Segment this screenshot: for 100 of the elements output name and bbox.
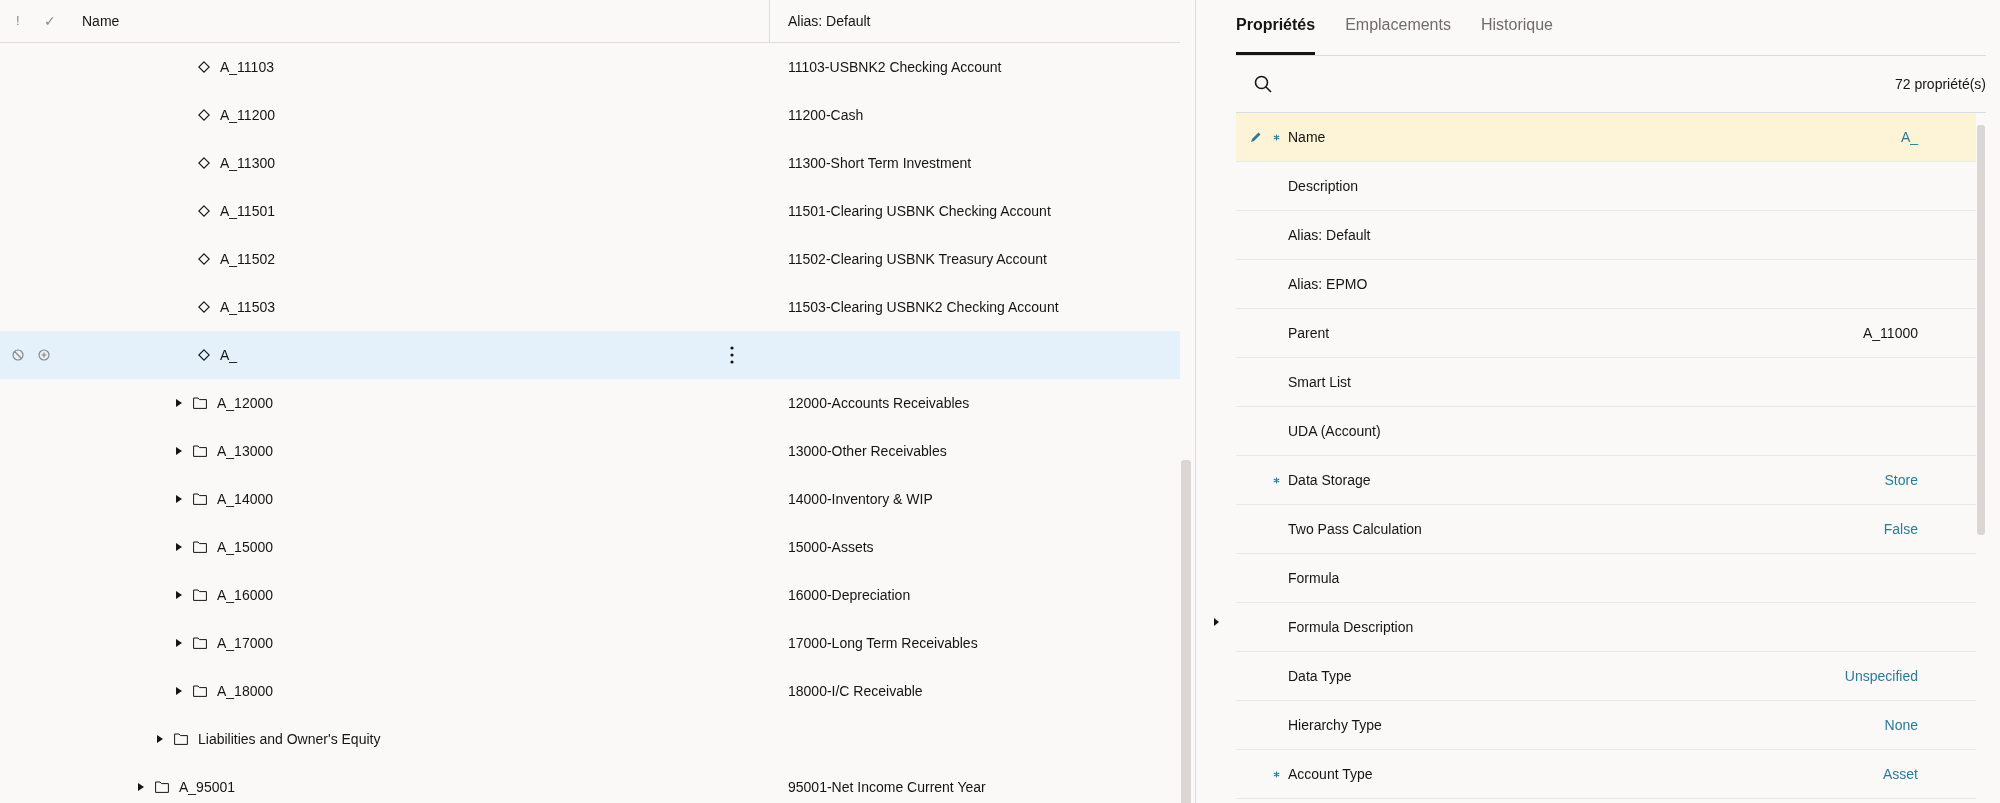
property-row[interactable]: Alias: Default bbox=[1236, 211, 1976, 260]
pencil-icon[interactable] bbox=[1250, 131, 1262, 143]
tree-row[interactable]: A_16000 16000-Depreciation bbox=[0, 571, 1180, 619]
alias-text: 13000-Other Receivables bbox=[787, 441, 947, 461]
search-icon[interactable] bbox=[1254, 75, 1272, 93]
tree-row[interactable]: A_11501 11501-Clearing USBNK Checking Account bbox=[0, 187, 1180, 235]
property-row[interactable]: Parent A_11000 bbox=[1236, 309, 1976, 358]
property-label: Alias: Default bbox=[1288, 225, 1371, 245]
member-name: A_16000 bbox=[217, 585, 274, 605]
property-count: 72 propriété(s) bbox=[1894, 74, 1986, 94]
property-row[interactable]: Formula Description bbox=[1236, 603, 1976, 652]
folder-icon bbox=[193, 589, 207, 601]
more-options-icon[interactable] bbox=[730, 346, 734, 364]
property-label: Parent bbox=[1288, 323, 1330, 343]
property-label: Data Type bbox=[1288, 666, 1352, 686]
property-row[interactable]: Smart List bbox=[1236, 358, 1976, 407]
add-circle-icon[interactable] bbox=[38, 349, 50, 361]
folder-icon bbox=[193, 685, 207, 697]
caret-right-icon[interactable] bbox=[175, 542, 183, 552]
member-name: A_11501 bbox=[220, 201, 275, 221]
property-value: A_11000 bbox=[1863, 323, 1919, 343]
scrollbar-thumb[interactable] bbox=[1181, 460, 1191, 803]
member-name: A_11200 bbox=[220, 105, 275, 125]
alias-text: 14000-Inventory & WIP bbox=[787, 489, 933, 509]
flag-column-header[interactable]: ! bbox=[0, 11, 30, 31]
tree-row[interactable]: A_11103 11103-USBNK2 Checking Account bbox=[0, 43, 1180, 91]
member-name: A_15000 bbox=[217, 537, 274, 557]
check-column-header[interactable]: ✓ bbox=[30, 10, 82, 32]
tree-row[interactable]: A_ bbox=[0, 331, 1180, 379]
diamond-icon bbox=[198, 301, 210, 313]
tree-row[interactable]: A_15000 15000-Assets bbox=[0, 523, 1180, 571]
property-row[interactable]: Account Type Asset bbox=[1236, 750, 1976, 799]
caret-right-icon[interactable] bbox=[175, 398, 183, 408]
expand-panel-icon[interactable] bbox=[1212, 616, 1220, 627]
tree-row[interactable]: A_95001 95001-Net Income Current Year bbox=[0, 763, 1180, 803]
property-link[interactable]: Asset bbox=[1883, 763, 1976, 785]
property-label: Hierarchy Type bbox=[1288, 715, 1382, 735]
member-name: A_11502 bbox=[220, 249, 275, 269]
property-link[interactable]: None bbox=[1884, 714, 1976, 736]
tree-row[interactable]: Liabilities and Owner's Equity bbox=[0, 715, 1180, 763]
column-header[interactable]: Name bbox=[82, 10, 120, 32]
alias-text: 11502-Clearing USBNK Treasury Account bbox=[787, 249, 1047, 269]
tree-row[interactable]: A_13000 13000-Other Receivables bbox=[0, 427, 1180, 475]
tree-row[interactable]: A_11503 11503-Clearing USBNK2 Checking Account bbox=[0, 283, 1180, 331]
property-label: Account Type bbox=[1288, 764, 1373, 784]
tree-row[interactable]: A_12000 12000-Accounts Receivables bbox=[0, 379, 1180, 427]
member-name: A_11103 bbox=[220, 57, 274, 77]
property-label: Formula Description bbox=[1288, 617, 1414, 637]
property-row[interactable]: Description bbox=[1236, 162, 1976, 211]
property-label: Name bbox=[1288, 127, 1326, 147]
tree-row[interactable]: A_11502 11502-Clearing USBNK Treasury Account bbox=[0, 235, 1180, 283]
member-name: Liabilities and Owner's Equity bbox=[198, 729, 381, 749]
member-name: A_ bbox=[220, 345, 238, 365]
diamond-icon bbox=[198, 157, 210, 169]
diamond-icon bbox=[198, 61, 210, 73]
property-link[interactable]: A_ bbox=[1900, 126, 1976, 148]
property-link[interactable]: Store bbox=[1884, 469, 1976, 491]
diamond-icon bbox=[198, 253, 210, 265]
caret-right-icon[interactable] bbox=[175, 590, 183, 600]
tab[interactable]: Historique bbox=[1480, 13, 1553, 55]
caret-right-icon[interactable] bbox=[175, 446, 183, 456]
property-row[interactable]: Name A_ bbox=[1236, 113, 1976, 162]
caret-right-icon[interactable] bbox=[137, 782, 145, 792]
tree-row[interactable]: A_11200 11200-Cash bbox=[0, 91, 1180, 139]
alias-text: 11103-USBNK2 Checking Account bbox=[787, 57, 1002, 77]
blocked-icon[interactable] bbox=[12, 349, 24, 361]
property-label: Data Storage bbox=[1288, 470, 1371, 490]
tab[interactable]: Emplacements bbox=[1345, 13, 1451, 55]
scrollbar-thumb[interactable] bbox=[1977, 125, 1985, 535]
folder-icon bbox=[193, 637, 207, 649]
folder-icon bbox=[193, 541, 207, 553]
tree-row[interactable]: A_14000 14000-Inventory & WIP bbox=[0, 475, 1180, 523]
tree-row[interactable]: A_11300 11300-Short Term Investment bbox=[0, 139, 1180, 187]
property-link[interactable]: False bbox=[1883, 518, 1976, 540]
alias-text: 17000-Long Term Receivables bbox=[787, 633, 978, 653]
member-name: A_11503 bbox=[220, 297, 275, 317]
folder-icon bbox=[193, 493, 207, 505]
property-label: Smart List bbox=[1288, 372, 1351, 392]
caret-right-icon[interactable] bbox=[175, 638, 183, 648]
column-header[interactable]: Alias: Default bbox=[770, 10, 871, 32]
caret-right-icon[interactable] bbox=[175, 686, 183, 696]
tab[interactable]: Propriétés bbox=[1236, 13, 1316, 55]
folder-icon bbox=[155, 781, 169, 793]
alias-text: 18000-I/C Receivable bbox=[787, 681, 923, 701]
property-row[interactable]: Data Storage Store bbox=[1236, 456, 1976, 505]
property-row[interactable]: Formula bbox=[1236, 554, 1976, 603]
property-row[interactable]: Two Pass Calculation False bbox=[1236, 505, 1976, 554]
property-row[interactable]: Data Type Unspecified bbox=[1236, 652, 1976, 701]
property-label: Two Pass Calculation bbox=[1288, 519, 1422, 539]
diamond-icon bbox=[198, 205, 210, 217]
alias-text: 11200-Cash bbox=[787, 105, 864, 125]
caret-right-icon[interactable] bbox=[156, 734, 164, 744]
caret-right-icon[interactable] bbox=[175, 494, 183, 504]
tree-row[interactable]: A_18000 18000-I/C Receivable bbox=[0, 667, 1180, 715]
property-row[interactable]: Alias: EPMO bbox=[1236, 260, 1976, 309]
property-row[interactable]: UDA (Account) bbox=[1236, 407, 1976, 456]
property-link[interactable]: Unspecified bbox=[1844, 665, 1976, 687]
property-row[interactable]: Hierarchy Type None bbox=[1236, 701, 1976, 750]
tree-row[interactable]: A_17000 17000-Long Term Receivables bbox=[0, 619, 1180, 667]
member-name: A_95001 bbox=[179, 777, 236, 797]
